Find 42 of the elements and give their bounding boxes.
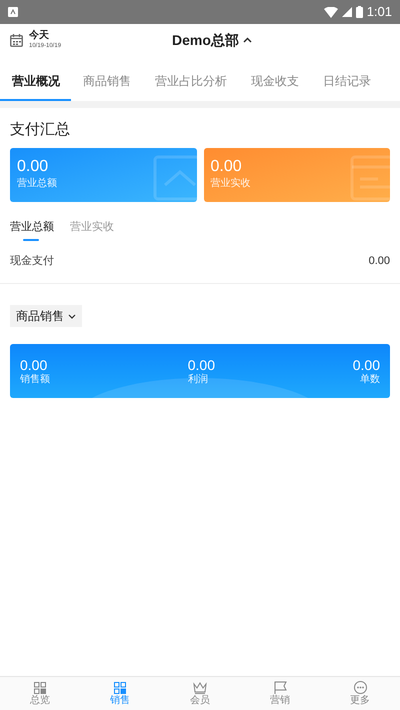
nav-item[interactable]: 销售 <box>80 677 160 710</box>
nav-item[interactable]: 更多 <box>320 677 400 710</box>
tab[interactable]: 营业占比分析 <box>143 63 239 101</box>
more-icon <box>354 681 366 694</box>
amount-label: 营业总额 <box>17 179 58 189</box>
section-title: 支付汇总 <box>10 120 71 140</box>
store-title[interactable]: Demo总部 <box>172 30 239 50</box>
stat-label: 销售额 <box>20 374 50 384</box>
subtab[interactable]: 营业实收 <box>70 215 114 239</box>
payment-amount: 0.00 <box>368 254 390 269</box>
subtab[interactable]: 营业总额 <box>10 215 54 239</box>
tab[interactable]: 日结记录 <box>311 63 383 101</box>
nav-item[interactable]: 会员 <box>160 677 240 710</box>
stat-label: 单数 <box>360 374 380 384</box>
wifi-icon <box>324 6 338 18</box>
flag-icon <box>274 681 286 694</box>
date-label[interactable]: 今天 <box>29 31 62 41</box>
nav-item[interactable]: 总览 <box>0 677 80 710</box>
payment-method-label: 现金支付 <box>10 254 54 269</box>
battery-icon <box>356 6 363 18</box>
crown-icon <box>193 682 207 694</box>
tab[interactable]: 现金收支 <box>239 63 311 101</box>
stat-value: 0.00 <box>188 358 215 372</box>
chevron-down-icon <box>68 314 76 318</box>
clock-text: 1:01 <box>366 3 392 22</box>
stat-value: 0.00 <box>352 358 380 372</box>
grid-icon <box>114 682 126 694</box>
amount-value: 0.00 <box>17 159 50 175</box>
stat-label: 利润 <box>188 374 208 384</box>
calendar-icon[interactable] <box>10 34 23 46</box>
amount-value: 0.00 <box>210 159 243 175</box>
signal-icon <box>342 7 352 17</box>
notification-icon <box>8 7 18 17</box>
nav-item[interactable]: 营销 <box>240 677 320 710</box>
category-dropdown[interactable]: 商品销售 <box>10 305 82 327</box>
grid-icon <box>34 682 46 694</box>
amount-label: 营业实收 <box>210 179 252 189</box>
stat-value: 0.00 <box>20 358 48 372</box>
document-icon <box>350 155 390 201</box>
tab[interactable]: 商品销售 <box>71 63 143 101</box>
chart-icon <box>152 155 196 201</box>
caret-icon[interactable] <box>242 37 252 43</box>
